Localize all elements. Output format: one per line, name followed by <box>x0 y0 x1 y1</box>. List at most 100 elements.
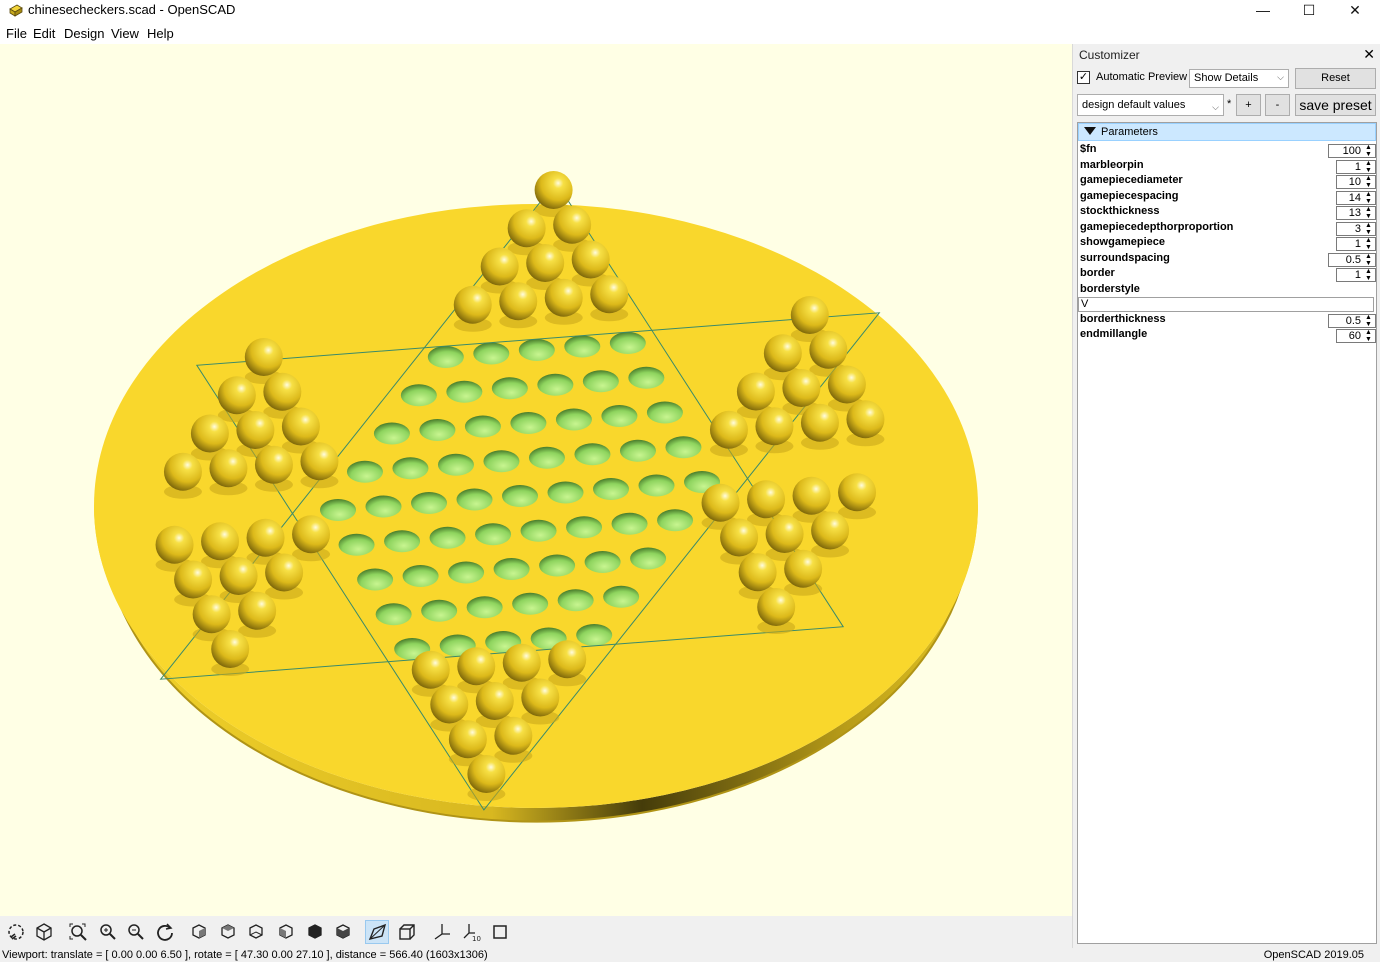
param-spinbox[interactable]: 10 ▲ ▼ <box>1336 175 1376 189</box>
view-front-button[interactable] <box>303 920 327 944</box>
view-back-button[interactable] <box>331 920 355 944</box>
3d-viewport[interactable] <box>0 44 1072 916</box>
marble <box>238 591 277 630</box>
reset-button[interactable]: Reset <box>1295 68 1376 89</box>
param-label: marbleorpin <box>1080 158 1144 171</box>
perspective-button[interactable] <box>365 920 389 944</box>
menu-edit[interactable]: Edit <box>33 26 55 41</box>
param-spinbox[interactable]: 13 ▲ ▼ <box>1336 206 1376 220</box>
perspective-icon <box>368 923 387 941</box>
menu-view[interactable]: View <box>111 26 139 41</box>
hole <box>421 599 458 622</box>
marble <box>827 365 866 404</box>
hole <box>557 589 594 612</box>
hole <box>491 377 528 400</box>
view-right-button[interactable] <box>187 920 211 944</box>
view-bottom-button[interactable] <box>244 920 268 944</box>
param-spinbox[interactable]: 0.5 ▲ ▼ <box>1328 252 1376 267</box>
spin-arrows-icon[interactable]: ▲ ▼ <box>1364 144 1373 158</box>
minimize-button[interactable]: — <box>1240 0 1286 20</box>
spin-arrows-icon[interactable]: ▲ ▼ <box>1364 206 1373 220</box>
param-label: stockthickness <box>1080 205 1160 217</box>
marble <box>209 449 248 488</box>
spin-arrows-icon[interactable]: ▲ ▼ <box>1364 253 1373 267</box>
marble <box>571 240 610 279</box>
save-preset-button[interactable]: save preset <box>1295 94 1376 116</box>
render-button[interactable] <box>32 920 56 944</box>
param-spinbox[interactable]: 0.5 ▲ ▼ <box>1328 313 1376 328</box>
marble <box>720 518 759 557</box>
view-top-button[interactable] <box>216 920 240 944</box>
marble <box>281 407 320 446</box>
reset-view-button[interactable] <box>153 920 177 944</box>
view-all-button[interactable] <box>66 920 90 944</box>
param-spinbox[interactable]: 1 ▲ ▼ <box>1336 237 1376 251</box>
hole <box>611 512 648 535</box>
param-spinbox[interactable]: 14 ▲ ▼ <box>1336 190 1376 205</box>
param-label: gamepiecediameter <box>1080 174 1183 186</box>
hole <box>456 488 493 511</box>
details-select[interactable]: Show Details ⌵ <box>1189 69 1289 88</box>
parameters-section-header[interactable]: Parameters <box>1078 123 1376 141</box>
menu-file[interactable]: File <box>6 26 27 41</box>
param-spinbox[interactable]: 3 ▲ ▼ <box>1336 221 1376 236</box>
preset-select[interactable]: design default values ⌵ <box>1077 94 1224 116</box>
add-preset-button[interactable]: + <box>1236 94 1261 116</box>
marble <box>155 525 194 564</box>
spin-arrows-icon[interactable]: ▲ ▼ <box>1364 191 1373 205</box>
hole <box>619 439 656 462</box>
maximize-button[interactable]: ☐ <box>1286 0 1332 20</box>
param-value: 14 <box>1348 191 1361 204</box>
close-icon[interactable]: ✕ <box>1363 46 1375 63</box>
param-spinbox[interactable]: 100 ▲ ▼ <box>1328 144 1376 158</box>
menu-help[interactable]: Help <box>147 26 174 41</box>
hole <box>392 457 429 480</box>
show-scale-button[interactable]: 10 <box>459 920 483 944</box>
param-spinbox[interactable]: 1 ▲ ▼ <box>1336 159 1376 174</box>
param-spinbox[interactable]: 1 ▲ ▼ <box>1336 268 1376 282</box>
hole <box>582 370 619 393</box>
spin-arrows-icon[interactable]: ▲ ▼ <box>1364 222 1373 236</box>
hole <box>584 551 621 573</box>
marble <box>457 647 496 686</box>
param-value: 1 <box>1354 160 1361 173</box>
spin-arrows-icon[interactable]: ▲ ▼ <box>1364 314 1373 328</box>
close-button[interactable]: ✕ <box>1332 0 1378 20</box>
param-spinbox[interactable]: 60 ▲ ▼ <box>1336 329 1376 343</box>
show-axes-button[interactable] <box>430 920 454 944</box>
param-row-gamepiecespacing: gamepiecespacing 14 ▲ ▼ <box>1080 190 1376 205</box>
hole <box>373 422 410 445</box>
menu-design[interactable]: Design <box>64 26 104 41</box>
hole <box>518 339 555 361</box>
spin-arrows-icon[interactable]: ▲ ▼ <box>1364 175 1373 189</box>
model-render <box>94 171 978 823</box>
view-left-button[interactable] <box>274 920 298 944</box>
automatic-preview-checkbox[interactable]: ✓ <box>1077 71 1090 84</box>
borderstyle-input[interactable]: V <box>1078 296 1374 312</box>
close-icon: ✕ <box>1349 1 1361 18</box>
marble <box>300 442 339 481</box>
param-row-fn: $fn 100 ▲ ▼ <box>1080 143 1376 158</box>
spin-arrows-icon[interactable]: ▲ ▼ <box>1364 237 1373 251</box>
show-edges-icon <box>493 925 507 939</box>
status-bar: Viewport: translate = [ 0.00 0.00 6.50 ]… <box>0 948 1380 962</box>
view-right-icon <box>192 924 206 939</box>
spin-arrows-icon[interactable]: ▲ ▼ <box>1364 329 1373 343</box>
hole <box>510 412 547 434</box>
param-label: endmillangle <box>1080 328 1148 340</box>
zoom-in-button[interactable] <box>96 920 120 944</box>
remove-preset-button[interactable]: - <box>1265 94 1290 116</box>
spin-arrows-icon[interactable]: ▲ ▼ <box>1364 268 1373 282</box>
customizer-header: Customizer ✕ <box>1077 46 1377 64</box>
zoom-in-icon <box>100 924 116 940</box>
show-edges-button[interactable] <box>488 920 512 944</box>
zoom-out-button[interactable] <box>124 920 148 944</box>
param-value: 10 <box>1348 176 1361 188</box>
param-row-gamepiecediameter: gamepiecediameter 10 ▲ ▼ <box>1080 174 1376 189</box>
minimize-icon: — <box>1256 2 1270 18</box>
orthogonal-button[interactable] <box>395 920 419 944</box>
preview-button[interactable] <box>4 920 28 944</box>
spin-arrows-icon[interactable]: ▲ ▼ <box>1364 160 1373 174</box>
marble <box>544 278 583 317</box>
hole <box>665 436 702 459</box>
